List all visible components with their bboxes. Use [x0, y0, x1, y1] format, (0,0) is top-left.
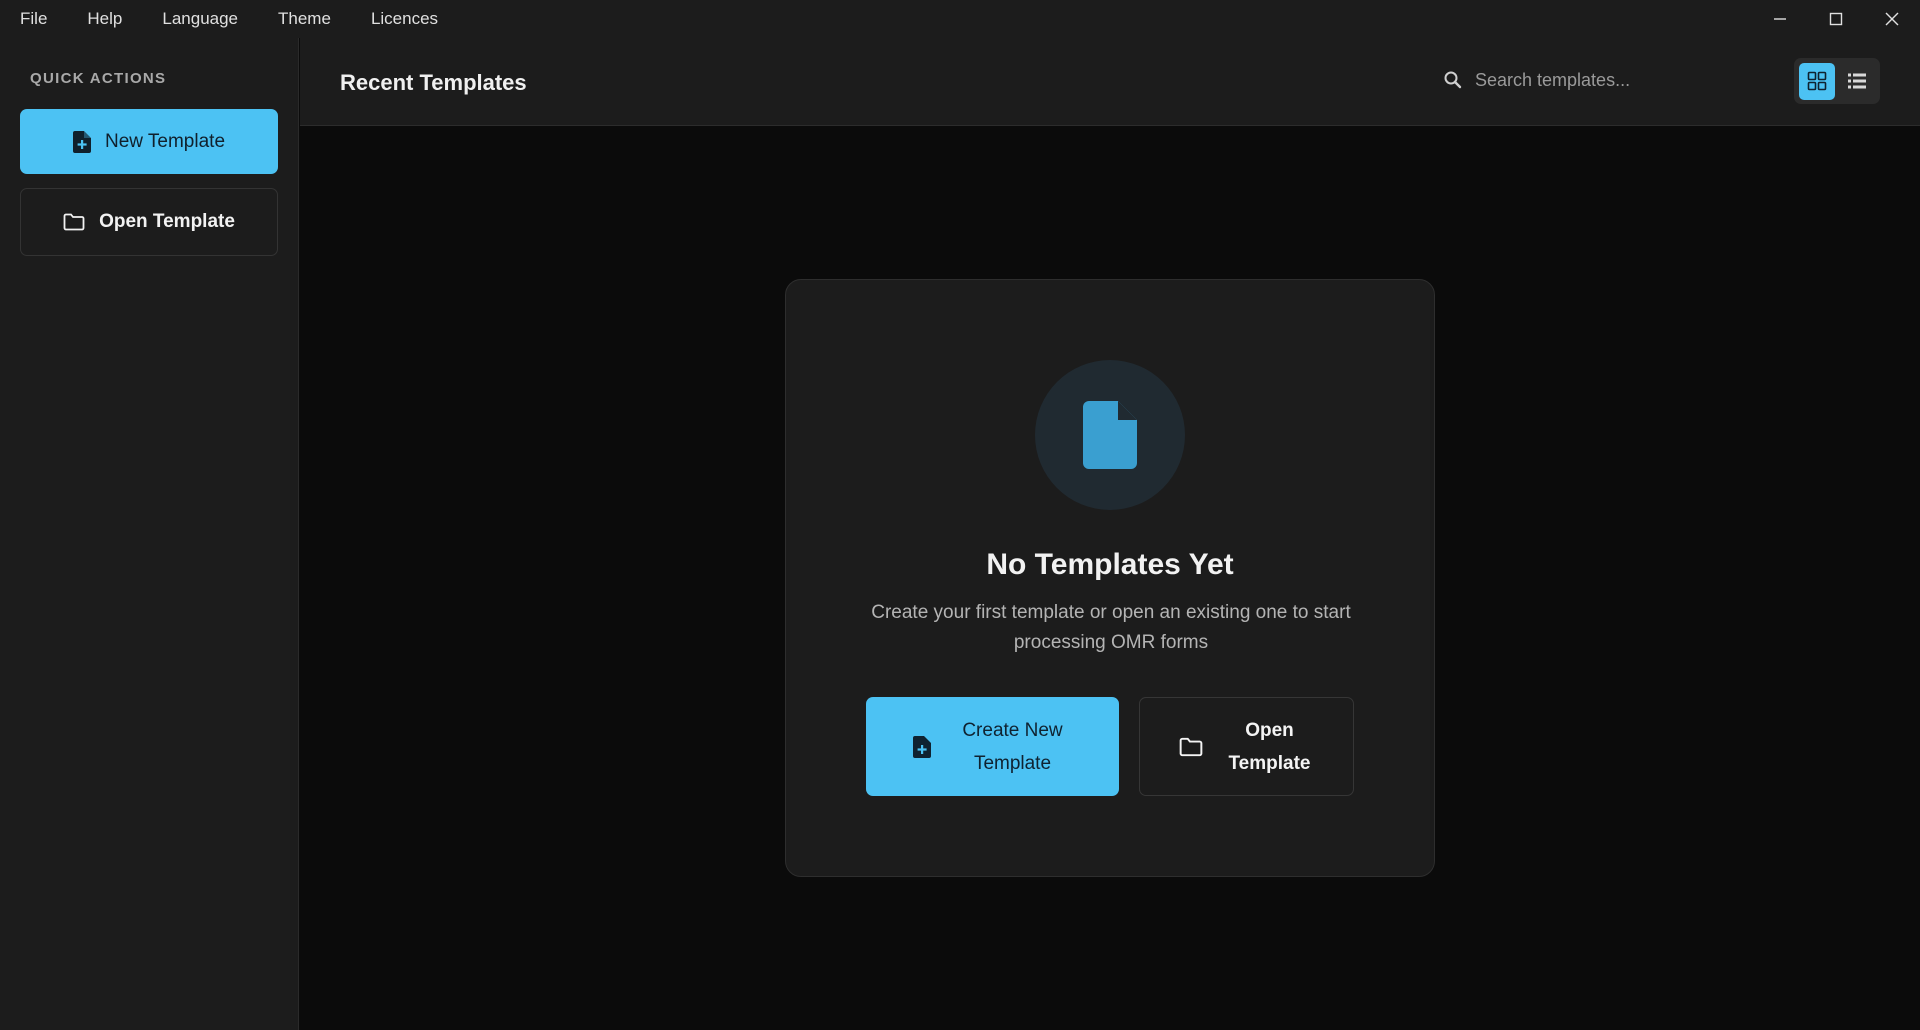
file-plus-icon — [912, 735, 931, 758]
minimize-button[interactable] — [1752, 0, 1808, 38]
menu-help[interactable]: Help — [75, 0, 134, 38]
main-content: No Templates Yet Create your first templ… — [300, 127, 1920, 1030]
close-button[interactable] — [1864, 0, 1920, 38]
list-icon — [1848, 73, 1866, 89]
menu-theme[interactable]: Theme — [266, 0, 343, 38]
menu-language[interactable]: Language — [150, 0, 250, 38]
document-icon — [1083, 401, 1137, 469]
create-new-template-label: Create New Template — [962, 719, 1063, 774]
empty-state-card: No Templates Yet Create your first templ… — [785, 279, 1435, 877]
page-title: Recent Templates — [340, 70, 527, 95]
grid-icon — [1807, 71, 1827, 91]
search-input[interactable] — [1475, 69, 1705, 91]
search-box[interactable] — [1443, 60, 1713, 100]
title-bar: File Help Language Theme Licences — [0, 0, 1920, 38]
file-plus-icon — [72, 130, 91, 153]
search-icon — [1444, 71, 1462, 89]
main-header: Recent Templates — [300, 38, 1920, 126]
open-template-button-main[interactable]: Open Template — [1139, 697, 1354, 796]
view-toggle — [1794, 58, 1880, 104]
empty-state-title: No Templates Yet — [986, 548, 1234, 581]
maximize-icon — [1829, 12, 1843, 26]
new-template-button[interactable]: New Template — [20, 109, 278, 174]
menu-file[interactable]: File — [8, 0, 59, 38]
folder-icon — [63, 213, 85, 231]
menu-bar: File Help Language Theme Licences — [0, 0, 466, 38]
open-template-button[interactable]: Open Template — [20, 188, 278, 256]
sidebar: QUICK ACTIONS New Template Open Template — [0, 38, 299, 1030]
list-view-button[interactable] — [1839, 63, 1875, 100]
menu-licences[interactable]: Licences — [359, 0, 450, 38]
folder-icon — [1179, 737, 1202, 756]
window-controls — [1752, 0, 1920, 38]
open-template-label-main: Open Template — [1228, 719, 1311, 774]
empty-state-description: Create your first template or open an ex… — [871, 602, 1351, 653]
open-template-label: Open Template — [99, 211, 235, 232]
create-new-template-button[interactable]: Create New Template — [866, 697, 1119, 796]
empty-state-icon-container — [1035, 360, 1185, 510]
sidebar-title: QUICK ACTIONS — [30, 70, 167, 87]
new-template-label: New Template — [104, 130, 226, 152]
maximize-button[interactable] — [1808, 0, 1864, 38]
grid-view-button[interactable] — [1799, 62, 1835, 100]
minimize-icon — [1774, 18, 1786, 20]
close-icon — [1885, 12, 1899, 26]
